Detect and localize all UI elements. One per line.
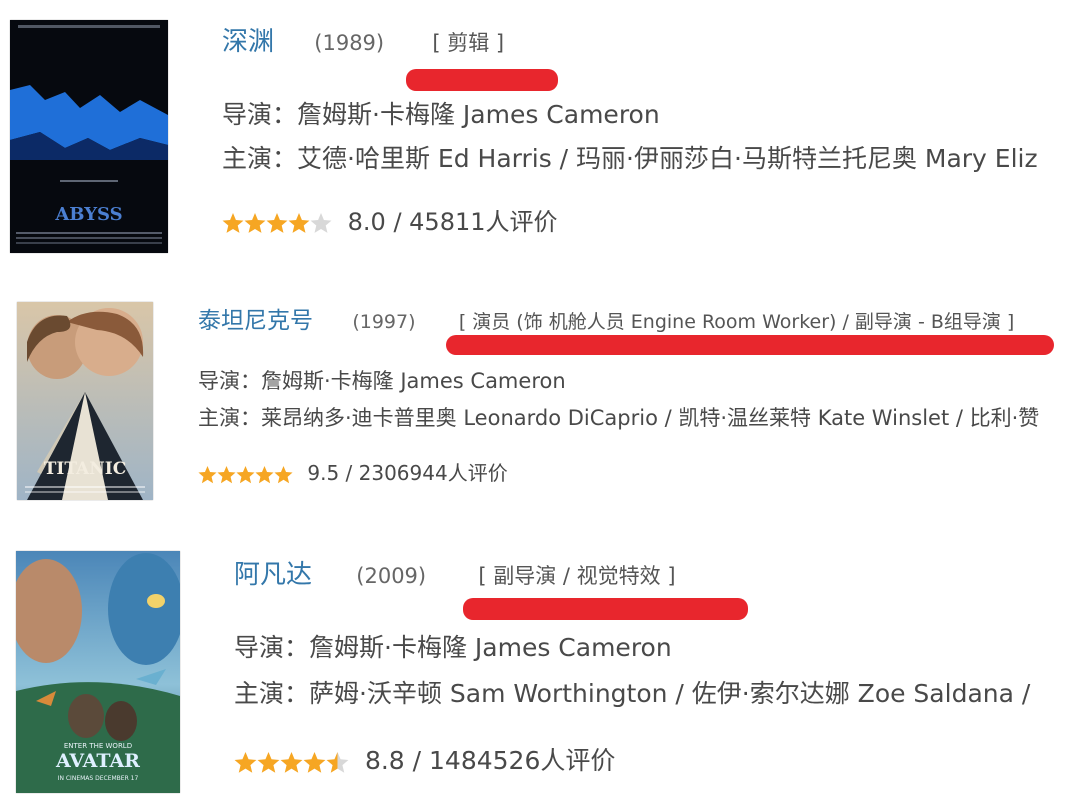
title-row: 深渊 (1989) [ 剪辑 ]: [222, 22, 504, 62]
director-label: 导演：: [198, 369, 261, 393]
movie-item: ABYSS 深渊 (1989) [ 剪辑 ] 导演：詹姆斯·卡梅隆 James …: [0, 0, 1080, 270]
movie-item: TITANIC 泰坦尼克号 (1997) [ 演员 (饰 机舱人员 Engine…: [0, 280, 1080, 520]
cast-names[interactable]: 萨姆·沃辛顿 Sam Worthington / 佐伊·索尔达娜 Zoe Sal…: [309, 679, 1030, 708]
movie-poster[interactable]: ENTER THE WORLD AVATAR IN CINEMAS DECEMB…: [16, 551, 180, 793]
rating-row: 8.0 / 45811人评价: [222, 202, 558, 242]
movie-year: (2009): [356, 564, 427, 588]
director-row: 导演：詹姆斯·卡梅隆 James Cameron: [222, 96, 660, 134]
rating-text: 8.0 / 45811人评价: [347, 208, 558, 236]
star-icon: [234, 751, 257, 773]
director-label: 导演：: [234, 633, 310, 662]
star-icon: [244, 213, 266, 233]
movie-year: (1989): [314, 31, 385, 55]
star-icon: [266, 213, 288, 233]
poster-title-text: TITANIC: [44, 459, 127, 479]
star-icon: [236, 466, 255, 484]
movie-roles: [ 剪辑 ]: [432, 31, 505, 55]
star-icon: [257, 751, 280, 773]
rating-text: 9.5 / 2306944人评价: [307, 461, 508, 485]
movie-title-link[interactable]: 深渊: [222, 27, 274, 57]
movie-roles: [ 副导演 / 视觉特效 ]: [478, 564, 676, 588]
star-icon: [222, 213, 244, 233]
cast-label: 主演：: [234, 679, 310, 708]
rating-row: 9.5 / 2306944人评价: [198, 455, 508, 491]
cast-label: 主演：: [198, 406, 261, 430]
director-label: 导演：: [222, 100, 298, 129]
cast-row: 主演：莱昂纳多·迪卡普里奥 Leonardo DiCaprio / 凯特·温丝莱…: [198, 401, 1080, 435]
rating-row: 8.8 / 1484526人评价: [234, 740, 615, 782]
title-row: 阿凡达 (2009) [ 副导演 / 视觉特效 ]: [234, 555, 676, 595]
cast-names[interactable]: 莱昂纳多·迪卡普里奥 Leonardo DiCaprio / 凯特·温丝莱特 K…: [261, 406, 1039, 430]
movie-title-link[interactable]: 阿凡达: [234, 560, 312, 590]
star-icon: [217, 466, 236, 484]
red-highlight-mark: [463, 598, 748, 620]
star-icon: [310, 213, 332, 233]
director-name[interactable]: 詹姆斯·卡梅隆 James Cameron: [309, 633, 672, 662]
cast-row: 主演：艾德·哈里斯 Ed Harris / 玛丽·伊丽莎白·马斯特兰托尼奥 Ma…: [222, 140, 1080, 178]
star-icon: [303, 751, 326, 773]
poster-tagline-text: ENTER THE WORLD: [64, 742, 132, 750]
rating-text: 8.8 / 1484526人评价: [364, 746, 616, 775]
movie-roles: [ 演员 (饰 机舱人员 Engine Room Worker) / 副导演 -…: [458, 311, 1015, 333]
director-name[interactable]: 詹姆斯·卡梅隆 James Cameron: [297, 100, 660, 129]
red-highlight-mark: [406, 69, 558, 91]
cast-label: 主演：: [222, 144, 298, 173]
director-row: 导演：詹姆斯·卡梅隆 James Cameron: [198, 364, 566, 398]
rating-stars: [234, 751, 349, 774]
poster-title-text: ABYSS: [54, 204, 122, 225]
star-icon: [280, 751, 303, 773]
star-icon: [274, 466, 293, 484]
director-row: 导演：詹姆斯·卡梅隆 James Cameron: [234, 629, 672, 667]
rating-stars: [198, 465, 293, 484]
director-name[interactable]: 詹姆斯·卡梅隆 James Cameron: [261, 369, 566, 393]
movie-title-link[interactable]: 泰坦尼克号: [198, 308, 313, 334]
star-icon: [288, 213, 310, 233]
movie-item: ENTER THE WORLD AVATAR IN CINEMAS DECEMB…: [0, 540, 1080, 810]
poster-title-text: AVATAR: [55, 750, 140, 772]
cast-row: 主演：萨姆·沃辛顿 Sam Worthington / 佐伊·索尔达娜 Zoe …: [234, 675, 1080, 713]
movie-year: (1997): [352, 311, 416, 333]
rating-stars: [222, 212, 332, 234]
cast-names[interactable]: 艾德·哈里斯 Ed Harris / 玛丽·伊丽莎白·马斯特兰托尼奥 Mary …: [297, 144, 1038, 173]
poster-date-text: IN CINEMAS DECEMBER 17: [58, 775, 139, 782]
star-icon: [326, 751, 349, 773]
star-icon: [198, 466, 217, 484]
red-highlight-mark: [446, 335, 1054, 355]
movie-poster[interactable]: TITANIC: [17, 302, 153, 500]
star-icon: [255, 466, 274, 484]
movie-poster[interactable]: ABYSS: [10, 20, 168, 253]
